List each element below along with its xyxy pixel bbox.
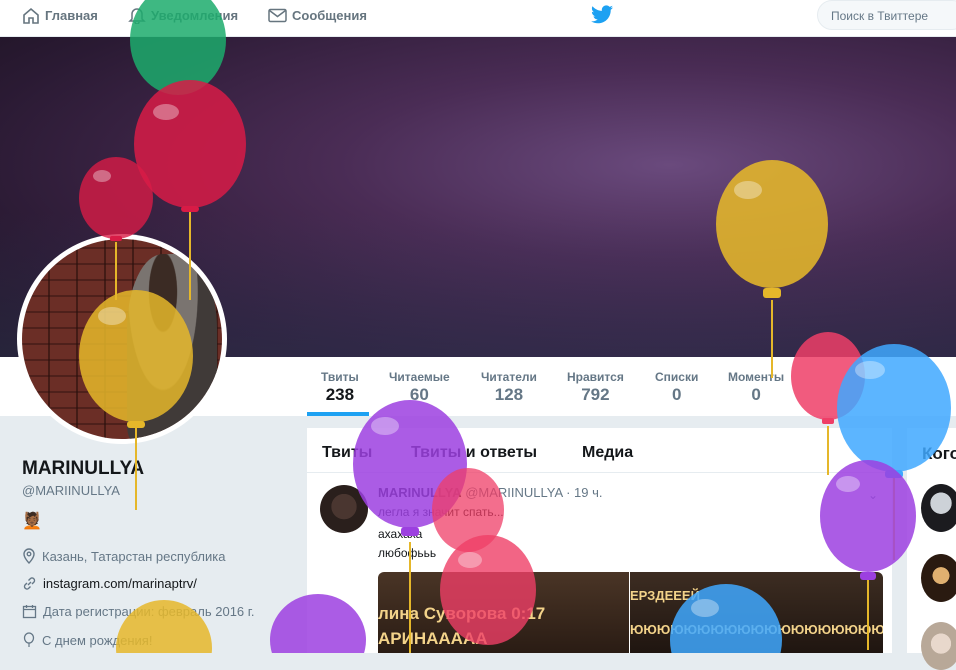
search-input[interactable]: Поиск в Твиттере: [817, 0, 956, 30]
home-icon: [23, 7, 39, 24]
envelope-icon: [268, 8, 287, 23]
avatar[interactable]: [17, 234, 227, 444]
stat-value: 0: [751, 385, 761, 404]
tab-tweets-replies[interactable]: Твиты и ответы: [411, 444, 537, 462]
twitter-bird-icon[interactable]: [591, 5, 613, 24]
stat-value: 0: [671, 385, 682, 404]
stat-tweets[interactable]: Твиты 238: [321, 370, 359, 405]
profile-bio-emoji: 💆🏾: [22, 513, 42, 530]
stat-label: Твиты: [321, 370, 359, 384]
stat-likes[interactable]: Нравится 792: [567, 370, 624, 405]
stat-value: 792: [581, 385, 610, 404]
stat-value: 238: [325, 385, 355, 404]
stat-lists[interactable]: Списки 0: [655, 370, 698, 405]
tweet-media-right[interactable]: ЕРЗДЕЕЕЙ ЮЮЮЮЮЮЮЮЮЮЮЮЮЮЮЮЮЮЮ: [630, 572, 883, 653]
active-tab-indicator: [307, 412, 369, 416]
profile-location-text: Казань, Татарстан республика: [42, 548, 226, 564]
calendar-icon: [22, 605, 37, 619]
nav-notifications-label: Уведомления: [151, 8, 239, 23]
stat-value: 60: [409, 385, 429, 404]
bell-icon: [128, 8, 146, 24]
stat-label: Нравится: [567, 370, 624, 384]
suggested-user-avatar[interactable]: [921, 484, 956, 532]
tweet-text-line: любофььь: [378, 546, 437, 560]
profile-location: Казань, Татарстан республика: [22, 548, 225, 564]
location-pin-icon: [23, 548, 35, 564]
stat-following[interactable]: Читаемые 60: [389, 370, 450, 405]
avatar-photo: [22, 239, 222, 439]
profile-joined-text: Дата регистрации: февраль 2016 г.: [43, 604, 255, 619]
tab-media[interactable]: Медиа: [582, 444, 633, 462]
tweet-text-line: легла я значит спать...: [378, 505, 504, 519]
tweet-header: MARINULLYA @MARIINULLYA · 19 ч.: [378, 485, 602, 500]
tweet-author-name[interactable]: MARINULLYA: [378, 485, 462, 500]
top-navigation-bar: Главная Уведомления Сообщения Поиск в Тв…: [0, 0, 956, 37]
profile-joined: Дата регистрации: февраль 2016 г.: [22, 604, 255, 619]
balloon-icon: [23, 632, 35, 647]
stat-label: Моменты: [728, 370, 785, 384]
stat-label: Читатели: [481, 370, 537, 384]
suggested-user-avatar[interactable]: [921, 554, 956, 602]
stat-value: 128: [494, 385, 524, 404]
tweet-text-line: ахахаха: [378, 527, 423, 541]
chevron-down-icon[interactable]: ⌄: [868, 488, 878, 502]
stat-followers[interactable]: Читатели 128: [481, 370, 537, 405]
profile-handle[interactable]: @MARIINULLYA: [22, 483, 120, 498]
tweet-media-left[interactable]: лина Суворова 0:17 АРИНААААА: [378, 572, 629, 653]
media-caption: лина Суворова 0:17: [378, 604, 546, 623]
tweet-timestamp[interactable]: · 19 ч.: [566, 485, 602, 500]
media-caption: ЮЮЮЮЮЮЮЮЮЮЮЮЮЮЮЮЮЮЮ: [630, 622, 883, 637]
nav-messages-label: Сообщения: [292, 8, 367, 23]
tweet-avatar[interactable]: [320, 485, 368, 533]
stat-moments[interactable]: Моменты 0: [728, 370, 784, 405]
nav-home-label: Главная: [45, 8, 98, 23]
tweet-author-handle[interactable]: @MARIINULLYA: [465, 485, 562, 500]
nav-notifications[interactable]: Уведомления: [128, 0, 238, 31]
tab-tweets[interactable]: Твиты: [322, 444, 372, 462]
profile-name[interactable]: MARINULLYA: [22, 458, 144, 480]
profile-website[interactable]: instagram.com/marinaptrv/: [22, 576, 197, 591]
media-caption: АРИНААААА: [378, 629, 488, 648]
nav-messages[interactable]: Сообщения: [268, 0, 367, 31]
who-to-follow-title: Кого: [922, 444, 956, 463]
link-icon: [23, 577, 36, 590]
stat-label: Списки: [655, 370, 699, 384]
stat-label: Читаемые: [389, 370, 450, 384]
profile-website-link[interactable]: instagram.com/marinaptrv/: [43, 576, 197, 591]
timeline-divider: [307, 472, 892, 473]
nav-home[interactable]: Главная: [22, 0, 98, 31]
profile-birthday-text: С днем рождения!: [42, 632, 153, 648]
suggested-user-avatar[interactable]: [921, 622, 956, 670]
profile-birthday: С днем рождения!: [22, 632, 152, 648]
media-caption: ЕРЗДЕЕЕЙ: [630, 588, 700, 603]
